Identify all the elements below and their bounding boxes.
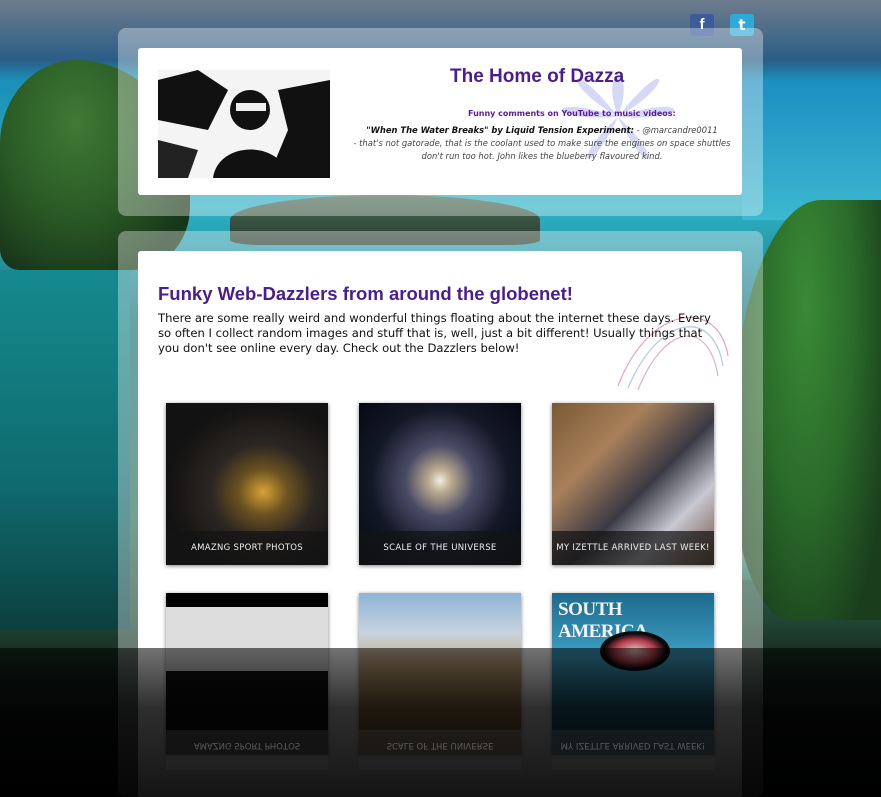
comments-heading: Funny comments on YouTube to music video…	[468, 109, 676, 118]
tile-reflection: SCALE OF THE UNIVERSE	[359, 730, 521, 770]
reflection-caption: SCALE OF THE UNIVERSE	[386, 740, 494, 750]
quote-body: - that's not gatorade, that is the coola…	[353, 138, 731, 161]
background-sea-left	[0, 270, 130, 630]
youtube-quote: "When The Water Breaks" by Liquid Tensio…	[352, 124, 732, 163]
tile-sport-photos[interactable]: AMAZNG SPORT PHOTOS	[166, 403, 328, 565]
tile-reflection: MY IZETTLE ARRIVED LAST WEEK!	[552, 730, 714, 770]
quote-song: "When The Water Breaks" by Liquid Tensio…	[366, 125, 634, 135]
tile-caption: SCALE OF THE UNIVERSE	[359, 531, 521, 565]
site-title: The Home of Dazza	[450, 66, 625, 87]
reflection-caption: AMAZNG SPORT PHOTOS	[193, 740, 301, 750]
tile-scale-of-universe[interactable]: SCALE OF THE UNIVERSE	[359, 403, 521, 565]
reflection-caption: MY IZETTLE ARRIVED LAST WEEK!	[560, 740, 706, 750]
section-title: Funky Web-Dazzlers from around the globe…	[158, 283, 573, 304]
author-portrait	[158, 70, 330, 178]
header-card: The Home of Dazza Funny comments on YouT…	[138, 48, 742, 195]
tile-caption: MY IZETTLE ARRIVED LAST WEEK!	[552, 531, 714, 565]
tile-reflection: AMAZNG SPORT PHOTOS	[166, 730, 328, 770]
tile-izettle[interactable]: MY IZETTLE ARRIVED LAST WEEK!	[552, 403, 714, 565]
tile-caption: AMAZNG SPORT PHOTOS	[166, 531, 328, 565]
quote-author: - @marcandre0011	[634, 125, 718, 135]
reflection-fade	[0, 648, 881, 797]
intro-text: There are some really weird and wonderfu…	[158, 311, 711, 355]
